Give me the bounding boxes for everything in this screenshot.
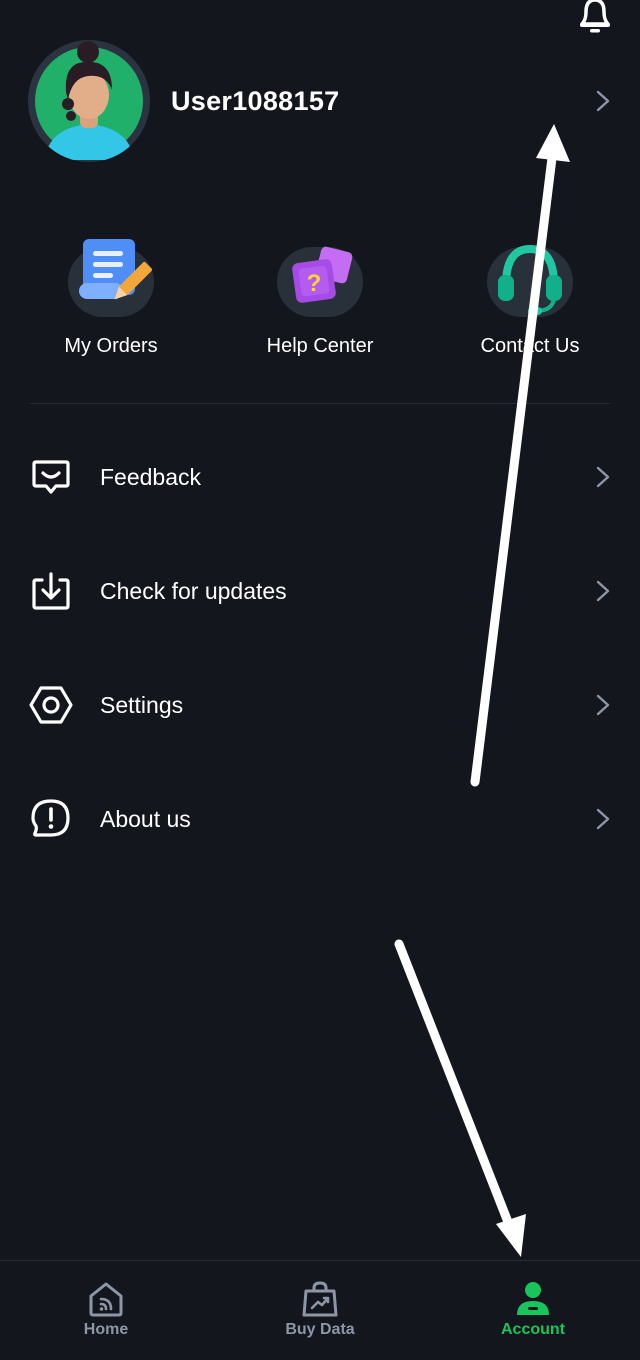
my-orders-label: My Orders xyxy=(64,335,158,357)
menu-item-label: Settings xyxy=(100,691,184,718)
annotation-arrow-down xyxy=(394,939,513,1227)
tab-label: Home xyxy=(83,1321,129,1338)
avatar[interactable] xyxy=(28,40,150,162)
tab-label: Buy Data xyxy=(285,1321,355,1338)
menu-item-settings[interactable]: Settings xyxy=(0,648,640,762)
menu-item-feedback[interactable]: Feedback xyxy=(0,420,640,534)
menu-item-label: Check for updates xyxy=(100,577,287,604)
menu-item-about-us[interactable]: About us xyxy=(0,762,640,876)
annotation-arrowhead-down xyxy=(496,1214,526,1257)
chevron-right-icon xyxy=(596,694,610,716)
account-icon xyxy=(517,1282,549,1315)
help-center-label: Help Center xyxy=(266,335,374,357)
menu-item-label: Feedback xyxy=(100,463,202,490)
divider xyxy=(30,403,610,404)
my-orders-button[interactable]: My Orders xyxy=(21,235,201,358)
profile-row[interactable]: User1088157 xyxy=(28,40,618,162)
home-icon xyxy=(89,1282,123,1317)
tab-account[interactable]: Account xyxy=(453,1261,613,1360)
download-update-icon xyxy=(32,572,70,610)
help-question-icon: ? xyxy=(292,246,353,303)
account-screen: User1088157 My Orders ? Help Center Cont… xyxy=(0,0,640,1360)
hexagon-settings-icon xyxy=(29,686,73,724)
info-bubble-icon xyxy=(31,799,70,837)
svg-text:?: ? xyxy=(307,270,322,297)
contact-us-button[interactable]: Contact Us xyxy=(440,235,620,358)
tab-buy-data[interactable]: Buy Data xyxy=(240,1261,400,1360)
shopping-bag-icon xyxy=(302,1281,338,1317)
contact-us-label: Contact Us xyxy=(480,335,580,357)
orders-scroll-icon xyxy=(79,239,152,300)
chevron-right-icon xyxy=(596,580,610,602)
help-center-button[interactable]: ? Help Center xyxy=(230,235,410,358)
feedback-icon xyxy=(32,460,70,494)
tab-home[interactable]: Home xyxy=(26,1261,186,1360)
notification-bell-icon[interactable] xyxy=(574,0,616,36)
menu-list: Feedback Check for updates Settings Abou… xyxy=(0,420,640,876)
chevron-right-icon xyxy=(596,90,610,112)
username: User1088157 xyxy=(171,85,340,116)
menu-item-label: About us xyxy=(100,805,191,832)
bottom-nav: Home Buy Data Account xyxy=(0,1260,640,1360)
tab-label: Account xyxy=(501,1321,565,1338)
chevron-right-icon xyxy=(596,466,610,488)
quick-actions: My Orders ? Help Center Contact Us xyxy=(0,235,640,365)
headset-icon xyxy=(498,244,562,315)
menu-item-check-for-updates[interactable]: Check for updates xyxy=(0,534,640,648)
chevron-right-icon xyxy=(596,808,610,830)
